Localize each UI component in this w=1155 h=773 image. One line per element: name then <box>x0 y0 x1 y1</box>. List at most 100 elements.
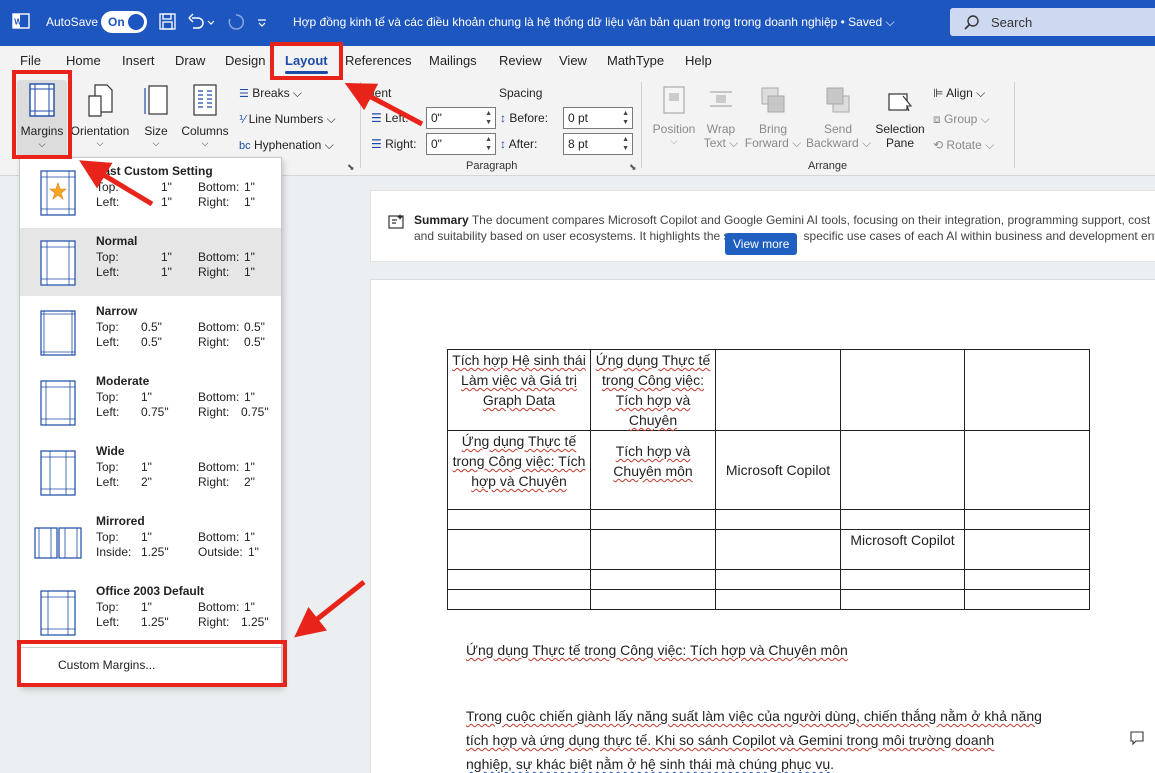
bring-forward-button[interactable]: Bring Forward ⌵ <box>744 80 802 151</box>
table-cell[interactable]: Ứng dụng Thực tế trong Công việc: Tích h… <box>590 349 716 431</box>
option-value: 1" <box>244 460 255 474</box>
comment-icon[interactable] <box>1129 730 1145 746</box>
view-more-button[interactable]: View more <box>725 233 798 255</box>
spacing-after-input[interactable]: 8 pt ▲ ▼ <box>563 133 633 155</box>
paragraph-line: tích hợp và ứng dụng thực tế. Khi so sán… <box>466 732 995 748</box>
hyphenation-button[interactable]: bc Hyphenation ⌵ <box>239 138 334 153</box>
table-cell[interactable] <box>840 430 965 510</box>
tab-insert[interactable]: Insert <box>122 53 155 68</box>
option-key: Bottom: <box>198 460 240 474</box>
indent-left-input[interactable]: 0" ▲ ▼ <box>426 107 496 129</box>
document-table[interactable]: Tích hợp Hệ sinh thái Làm việc và Giá tr… <box>447 349 1090 610</box>
customize-toolbar-icon[interactable] <box>256 12 268 32</box>
table-cell[interactable]: Ứng dụng Thực tế trong Công việc: Tích h… <box>447 430 591 510</box>
tab-mailings[interactable]: Mailings <box>429 53 477 68</box>
rotate-button[interactable]: ⟲ Rotate ⌵ <box>933 138 994 153</box>
document-page[interactable]: Tích hợp Hệ sinh thái Làm việc và Giá tr… <box>370 279 1155 773</box>
spin-arrows-icon[interactable]: ▲ ▼ <box>622 109 629 127</box>
table-cell[interactable]: Microsoft Copilot <box>715 430 841 510</box>
table-cell[interactable] <box>447 589 591 610</box>
orientation-icon <box>88 84 113 117</box>
indent-right-input[interactable]: 0" ▲ ▼ <box>426 133 496 155</box>
size-button[interactable]: Size ⌵ <box>139 80 173 149</box>
wrap-text-button[interactable]: Wrap Text ⌵ <box>703 80 739 151</box>
save-icon[interactable] <box>158 12 178 32</box>
table-cell[interactable] <box>964 430 1090 510</box>
group-button[interactable]: ⧈ Group ⌵ <box>933 112 990 127</box>
tab-draw[interactable]: Draw <box>175 53 205 68</box>
paragraph-launcher-icon[interactable]: ⬊ <box>629 162 637 173</box>
option-value: 1.25" <box>141 615 169 629</box>
table-cell[interactable] <box>447 569 591 590</box>
table-cell[interactable] <box>715 529 841 570</box>
table-cell[interactable] <box>840 349 965 431</box>
orientation-button[interactable]: Orientation ⌵ <box>69 80 131 149</box>
table-cell[interactable] <box>964 509 1090 530</box>
margin-option-mirrored[interactable]: Mirrored Top: 1" Bottom: 1" Inside: 1.25… <box>20 508 281 576</box>
table-cell[interactable]: Tích hợp Hệ sinh thái Làm việc và Giá tr… <box>447 349 591 431</box>
tab-home[interactable]: Home <box>66 53 101 68</box>
table-cell[interactable] <box>964 569 1090 590</box>
undo-icon[interactable] <box>186 12 206 32</box>
option-key: Outside: <box>198 545 243 559</box>
document-title[interactable]: Hợp đồng kinh tế và các điều khoản chung… <box>293 15 895 30</box>
tab-help[interactable]: Help <box>685 53 712 68</box>
spin-arrows-icon[interactable]: ▲ ▼ <box>622 135 629 153</box>
table-cell[interactable] <box>715 349 841 431</box>
margin-option-normal[interactable]: Normal Top: 1" Bottom: 1" Left: 1" Right… <box>20 228 281 296</box>
option-value: 1" <box>244 250 255 264</box>
summary-line-2: and suitability based on user ecosystems… <box>414 229 730 243</box>
body-paragraph[interactable]: Trong cuộc chiến giành lấy năng suất làm… <box>466 704 1042 773</box>
table-cell[interactable] <box>447 509 591 530</box>
position-button[interactable]: Position ⌵ <box>650 80 698 147</box>
app-menu-icon[interactable]: W <box>12 12 30 30</box>
option-value: 1.25" <box>141 545 169 559</box>
selection-pane-button[interactable]: Selection Pane <box>874 80 926 150</box>
table-cell[interactable] <box>590 569 716 590</box>
table-cell[interactable] <box>840 509 965 530</box>
table-cell[interactable] <box>715 569 841 590</box>
tab-references[interactable]: References <box>345 53 411 68</box>
table-cell[interactable] <box>964 589 1090 610</box>
spin-arrows-icon[interactable]: ▲ ▼ <box>485 109 492 127</box>
table-cell[interactable]: Tích hợp và Chuyên môn <box>590 430 716 510</box>
tab-review[interactable]: Review <box>499 53 542 68</box>
search-box[interactable]: Search <box>950 8 1155 36</box>
table-cell[interactable]: Microsoft Copilot <box>840 529 965 570</box>
table-cell[interactable] <box>964 349 1090 431</box>
breaks-button[interactable]: ☰ Breaks ⌵ <box>239 86 302 101</box>
tab-design[interactable]: Design <box>225 53 265 68</box>
redo-icon[interactable] <box>226 12 246 32</box>
columns-button[interactable]: Columns ⌵ <box>179 80 231 149</box>
send-backward-button[interactable]: Send Backward ⌵ <box>806 80 871 151</box>
tab-view[interactable]: View <box>559 53 587 68</box>
spin-arrows-icon[interactable]: ▲ ▼ <box>485 135 492 153</box>
table-cell[interactable] <box>590 509 716 530</box>
line-numbers-button[interactable]: ⅟ Line Numbers ⌵ <box>239 112 336 127</box>
body-heading[interactable]: Ứng dụng Thực tế trong Công việc: Tích h… <box>466 638 848 662</box>
table-cell[interactable] <box>590 589 716 610</box>
office-2003-margins-thumbnail-icon <box>40 590 76 636</box>
undo-dropdown-icon[interactable] <box>206 12 216 32</box>
margin-option-narrow[interactable]: Narrow Top: 0.5" Bottom: 0.5" Left: 0.5"… <box>20 298 281 366</box>
indent-right-value: 0" <box>431 137 442 151</box>
table-cell[interactable] <box>840 589 965 610</box>
table-cell[interactable] <box>715 509 841 530</box>
autosave-toggle[interactable]: On <box>101 11 147 33</box>
tab-file[interactable]: File <box>20 53 41 68</box>
margin-option-office-2003[interactable]: Office 2003 Default Top: 1" Bottom: 1" L… <box>20 578 281 646</box>
tab-mathtype[interactable]: MathType <box>607 53 664 68</box>
position-dropdown-icon: ⌵ <box>670 136 678 146</box>
spacing-before-input[interactable]: 0 pt ▲ ▼ <box>563 107 633 129</box>
spacing-before-label: ↕ Before: <box>500 111 549 125</box>
table-cell[interactable] <box>715 589 841 610</box>
table-cell[interactable] <box>964 529 1090 570</box>
table-cell[interactable] <box>840 569 965 590</box>
table-cell[interactable] <box>590 529 716 570</box>
page-setup-launcher-icon[interactable]: ⬊ <box>347 162 355 173</box>
margin-option-wide[interactable]: Wide Top: 1" Bottom: 1" Left: 2" Right: … <box>20 438 281 506</box>
table-cell[interactable] <box>447 529 591 570</box>
margin-option-last-custom[interactable]: Last Custom Setting Top: 1" Bottom: 1" L… <box>20 158 281 226</box>
margin-option-moderate[interactable]: Moderate Top: 1" Bottom: 1" Left: 0.75" … <box>20 368 281 436</box>
align-button[interactable]: ⊫ Align ⌵ <box>933 86 985 101</box>
